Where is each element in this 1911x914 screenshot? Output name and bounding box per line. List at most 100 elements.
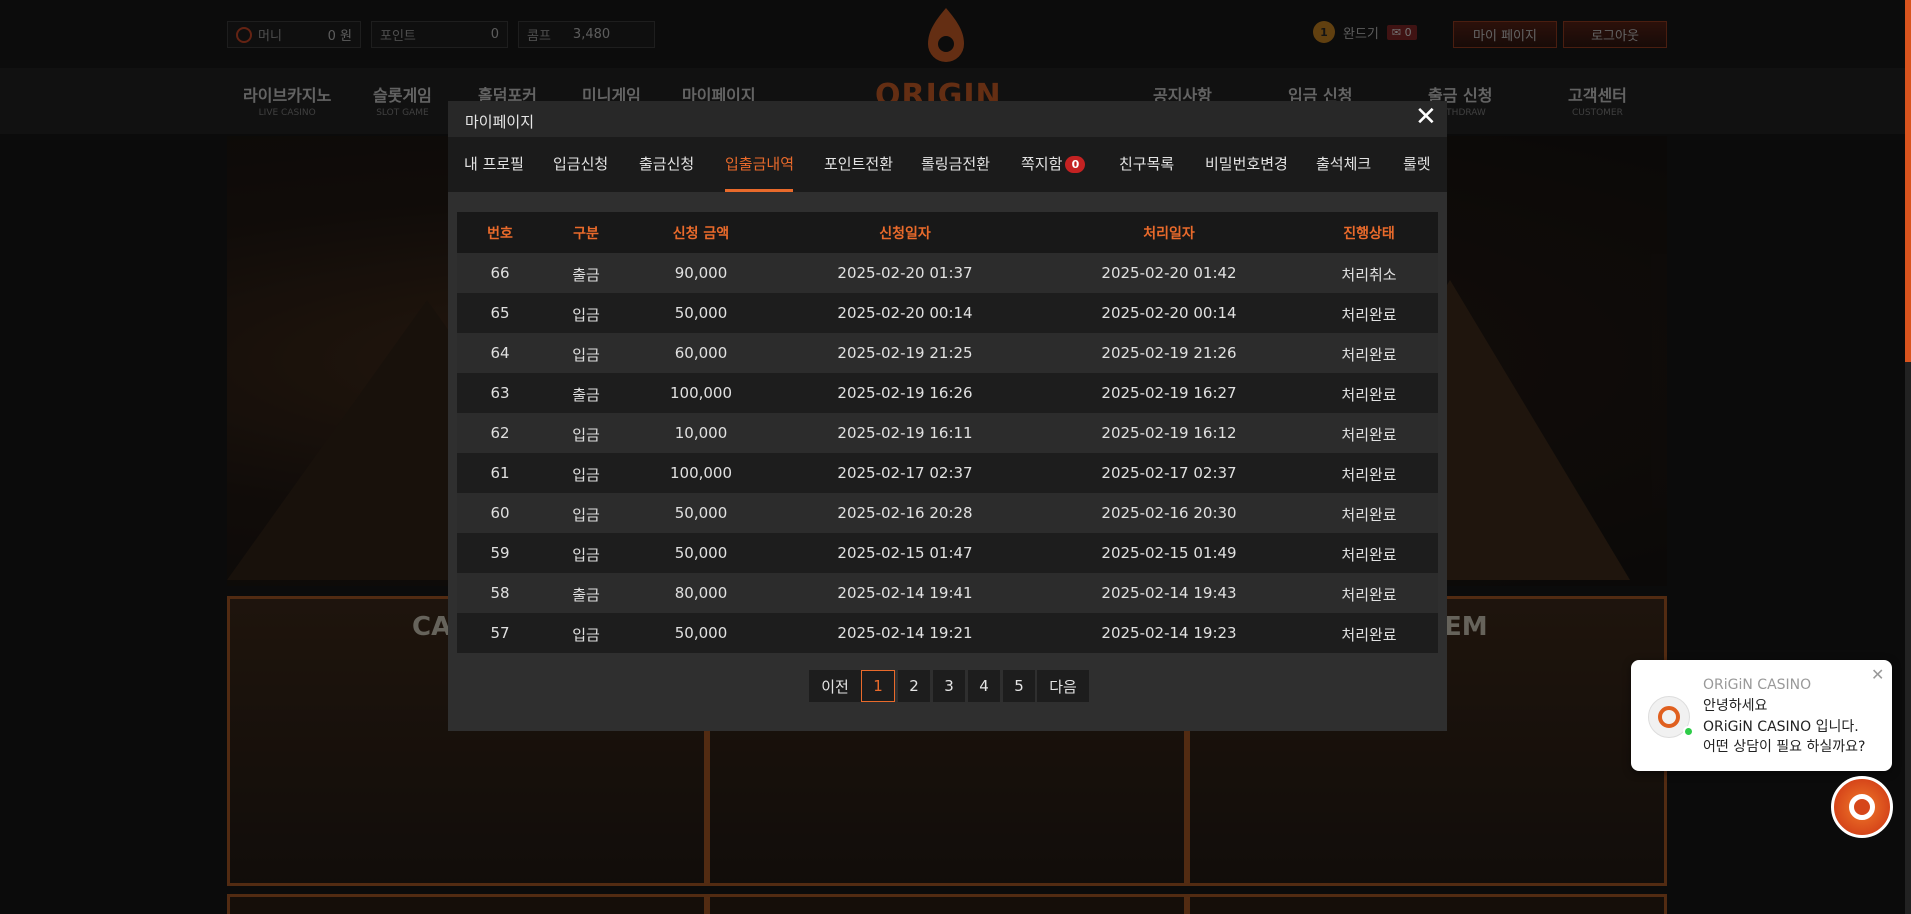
cell-status: 처리완료 xyxy=(1341,546,1397,564)
tab-roulette[interactable]: 룰렛 xyxy=(1403,153,1431,174)
table-row: 57 입금 50,000 2025-02-14 19:21 2025-02-14 19:… xyxy=(457,613,1438,653)
wallet-point-label: 포인트 xyxy=(380,29,416,44)
cell-request-date: 2025-02-14 19:41 xyxy=(837,584,973,602)
wallet-comp-value: 3,480 xyxy=(572,27,611,42)
chat-popup[interactable]: ORiGiN CASINO 안녕하세요 ORiGiN CASINO 입니다. 어… xyxy=(1631,660,1892,771)
page-button-3[interactable]: 3 xyxy=(933,670,965,702)
cell-request-date: 2025-02-17 02:37 xyxy=(837,464,973,482)
chat-close-icon[interactable]: ✕ xyxy=(1871,665,1884,684)
cell-status: 처리완료 xyxy=(1341,386,1397,404)
nav-sub: LIVE CASINO xyxy=(258,108,316,118)
wallet-point: 포인트 0 xyxy=(371,21,508,48)
cell-type: 출금 xyxy=(572,266,600,284)
cell-amount: 50,000 xyxy=(674,624,728,642)
cell-process-date: 2025-02-19 16:27 xyxy=(1101,384,1237,402)
table-body: 66 출금 90,000 2025-02-20 01:37 2025-02-20 01:… xyxy=(457,253,1438,653)
nav-label: 슬롯게임 xyxy=(373,86,432,105)
cell-type: 출금 xyxy=(572,386,600,404)
nav-sub: SLOT GAME xyxy=(376,108,429,118)
cell-process-date: 2025-02-14 19:23 xyxy=(1101,624,1237,642)
cell-request-date: 2025-02-20 01:37 xyxy=(837,264,973,282)
table-row: 66 출금 90,000 2025-02-20 01:37 2025-02-20 01:… xyxy=(457,253,1438,293)
level-badge: 1 xyxy=(1313,21,1335,43)
table-row: 61 입금 100,000 2025-02-17 02:37 2025-02-17 02… xyxy=(457,453,1438,493)
tab-friends[interactable]: 친구목록 xyxy=(1119,153,1174,174)
cell-number: 65 xyxy=(490,304,510,322)
origin-logo-icon[interactable] xyxy=(918,4,974,70)
cell-number: 66 xyxy=(490,264,510,282)
table-row: 58 출금 80,000 2025-02-14 19:41 2025-02-14 19:… xyxy=(457,573,1438,613)
chat-launcher-button[interactable] xyxy=(1831,776,1893,838)
cell-process-date: 2025-02-14 19:43 xyxy=(1101,584,1237,602)
cell-status: 처리취소 xyxy=(1341,266,1397,284)
online-status-dot xyxy=(1683,726,1694,737)
cell-process-date: 2025-02-19 21:26 xyxy=(1101,344,1237,362)
nav-label: 고객센터 xyxy=(1568,86,1627,105)
wallet-money-value: 0 원 xyxy=(327,29,352,44)
message-count: 0 xyxy=(1404,25,1412,39)
wallet-point-value: 0 xyxy=(490,27,499,42)
tab-attendance[interactable]: 출석체크 xyxy=(1316,153,1371,174)
chat-message-line: 안녕하세요 xyxy=(1703,698,1768,714)
tab-point-convert[interactable]: 포인트전환 xyxy=(824,153,893,174)
cell-amount: 80,000 xyxy=(674,584,728,602)
cell-number: 60 xyxy=(490,504,510,522)
cell-type: 입금 xyxy=(572,346,600,364)
tab-rolling-convert[interactable]: 롤링금전환 xyxy=(921,153,990,174)
cell-request-date: 2025-02-19 16:11 xyxy=(837,424,973,442)
username: 완드기 xyxy=(1343,26,1379,42)
transaction-table: 번호 구분 신청 금액 신청일자 처리일자 진행상태 66 출금 90,000 202… xyxy=(457,212,1438,653)
cell-status: 처리완료 xyxy=(1341,466,1397,484)
cell-type: 입금 xyxy=(572,546,600,564)
nav-live-casino[interactable]: 라이브카지노 LIVE CASINO xyxy=(243,82,331,118)
game-card[interactable] xyxy=(707,894,1187,914)
origin-logo-icon xyxy=(1849,794,1875,820)
page-button-5[interactable]: 5 xyxy=(1003,670,1035,702)
wallet-money-label: 머니 xyxy=(258,29,282,44)
prev-page-button[interactable]: 이전 xyxy=(809,670,861,702)
tab-change-password[interactable]: 비밀번호변경 xyxy=(1205,153,1288,174)
cell-request-date: 2025-02-16 20:28 xyxy=(837,504,973,522)
close-icon[interactable]: ✕ xyxy=(1415,104,1437,130)
cell-number: 63 xyxy=(490,384,510,402)
tab-profile[interactable]: 내 프로필 xyxy=(464,153,524,174)
cell-process-date: 2025-02-15 01:49 xyxy=(1101,544,1237,562)
game-card-title: CA xyxy=(412,612,452,642)
nav-slot-game[interactable]: 슬롯게임 SLOT GAME xyxy=(373,82,432,118)
header-number: 번호 xyxy=(487,226,513,242)
wallet-comp: 콤프 3,480 xyxy=(518,21,655,48)
cell-request-date: 2025-02-20 00:14 xyxy=(837,304,973,322)
tab-deposit[interactable]: 입금신청 xyxy=(553,153,608,174)
nav-customer[interactable]: 고객센터 CUSTOMER xyxy=(1568,82,1627,118)
next-page-button[interactable]: 다음 xyxy=(1037,670,1089,702)
cell-status: 처리완료 xyxy=(1341,426,1397,444)
header-type: 구분 xyxy=(573,226,599,242)
mypage-button[interactable]: 마이 페이지 xyxy=(1453,21,1557,48)
table-row: 59 입금 50,000 2025-02-15 01:47 2025-02-15 01:… xyxy=(457,533,1438,573)
table-row: 62 입금 10,000 2025-02-19 16:11 2025-02-19 16:… xyxy=(457,413,1438,453)
page-button-2[interactable]: 2 xyxy=(898,670,930,702)
table-row: 60 입금 50,000 2025-02-16 20:28 2025-02-16 20:… xyxy=(457,493,1438,533)
scrollbar-thumb[interactable] xyxy=(1905,0,1911,362)
game-card[interactable] xyxy=(1187,894,1667,914)
cell-number: 64 xyxy=(490,344,510,362)
cell-status: 처리완료 xyxy=(1341,306,1397,324)
tab-transaction-history[interactable]: 입출금내역 xyxy=(725,153,794,174)
game-card[interactable] xyxy=(227,894,707,914)
cell-amount: 50,000 xyxy=(674,304,728,322)
cell-request-date: 2025-02-14 19:21 xyxy=(837,624,973,642)
chat-sender-name: ORiGiN CASINO xyxy=(1703,677,1812,693)
tab-messages[interactable]: 쪽지함 0 xyxy=(1021,153,1086,174)
logout-button[interactable]: 로그아웃 xyxy=(1563,21,1667,48)
cell-process-date: 2025-02-19 16:12 xyxy=(1101,424,1237,442)
page-button-4[interactable]: 4 xyxy=(968,670,1000,702)
cell-process-date: 2025-02-20 01:42 xyxy=(1101,264,1237,282)
message-badge[interactable]: ✉ 0 xyxy=(1386,24,1417,40)
tab-withdraw[interactable]: 출금신청 xyxy=(639,153,694,174)
cell-amount: 100,000 xyxy=(669,464,733,482)
top-bar: 머니 0 원 포인트 0 콤프 3,480 1 완드기 ✉ 0 마이 페이지 로… xyxy=(0,0,1911,68)
page-button-1[interactable]: 1 xyxy=(861,670,895,702)
money-icon xyxy=(236,26,252,43)
cell-amount: 90,000 xyxy=(674,264,728,282)
page-scrollbar[interactable] xyxy=(1905,0,1911,914)
